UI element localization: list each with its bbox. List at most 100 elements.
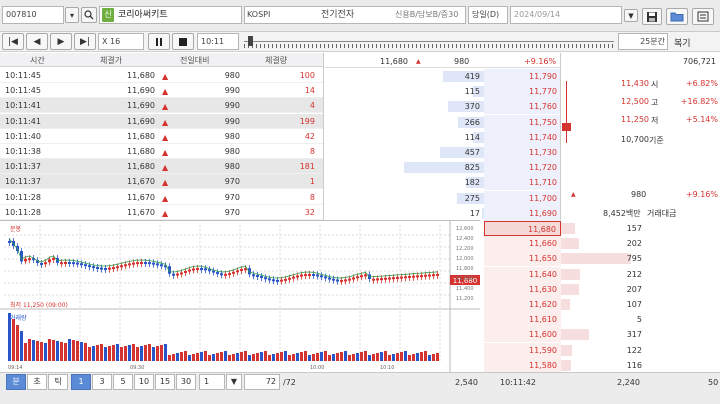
tab-second[interactable]: 초 xyxy=(27,374,47,390)
candle-body xyxy=(80,263,83,266)
count-dropdown-button[interactable]: ▼ xyxy=(226,374,242,390)
ask-qty: 457 xyxy=(464,148,480,157)
ask-row[interactable]: 825 11,720 xyxy=(324,160,561,176)
ask-row[interactable]: 115 11,770 xyxy=(324,84,561,100)
candle-body xyxy=(156,263,159,266)
first-button[interactable]: |◀ xyxy=(2,33,24,50)
candle-body xyxy=(412,275,415,278)
candle-body xyxy=(308,274,311,277)
book-change: 980 xyxy=(454,57,470,66)
tick-time: 10:11:28 xyxy=(5,192,41,202)
volume-bar xyxy=(232,354,235,361)
count-input[interactable]: 1 xyxy=(199,374,225,390)
ask-qty: 419 xyxy=(464,72,480,81)
interval-1[interactable]: 1 xyxy=(71,374,91,390)
volume-bar xyxy=(352,354,355,361)
trade-amount: 8,452백만 xyxy=(603,209,641,218)
interval-3[interactable]: 3 xyxy=(92,374,112,390)
list-icon xyxy=(697,11,709,22)
ask-row[interactable]: 266 11,750 xyxy=(324,114,561,130)
time-tick: 10:10 xyxy=(380,365,394,371)
ask-row[interactable]: 275 11,700 xyxy=(324,190,561,206)
period-field[interactable]: 25분간 xyxy=(618,33,668,50)
page-input[interactable]: 72 xyxy=(244,374,280,390)
volume-bar xyxy=(272,354,275,361)
settings-list-button[interactable] xyxy=(692,8,714,25)
code-dropdown-button[interactable]: ▾ xyxy=(65,7,79,23)
last-button[interactable]: ▶| xyxy=(74,33,96,50)
volume-bar xyxy=(64,343,67,361)
ask-row[interactable]: 370 11,760 xyxy=(324,99,561,115)
candle-body xyxy=(232,271,235,274)
volume-bar xyxy=(12,319,15,361)
candle-body xyxy=(240,269,243,272)
ask-row[interactable]: 182 11,710 xyxy=(324,175,561,191)
candle-body xyxy=(284,278,287,281)
bid-price: 11,680 xyxy=(484,221,561,236)
time-field[interactable]: 10:11 xyxy=(197,33,239,50)
ask-row[interactable]: 457 11,730 xyxy=(324,145,561,160)
interval-10[interactable]: 10 xyxy=(134,374,154,390)
bid-price: 11,590 xyxy=(484,342,561,358)
tab-tick[interactable]: 틱 xyxy=(48,374,68,390)
date-dropdown-button[interactable]: ▼ xyxy=(624,9,638,22)
bid-qty-bar xyxy=(561,344,572,356)
next-button[interactable]: ▶ xyxy=(50,33,72,50)
date-field[interactable]: 2024/09/14 xyxy=(510,6,622,24)
volume-bar xyxy=(412,354,415,361)
tick-volume: 8 xyxy=(309,192,315,202)
minute-chart[interactable]: 11,680 12,600 12,400 12,200 12,000 11,800 11,6… xyxy=(0,220,480,372)
up-arrow-icon: ▲ xyxy=(162,87,169,97)
save-button[interactable] xyxy=(642,8,662,25)
stop-button[interactable] xyxy=(172,33,194,50)
open-folder-button[interactable] xyxy=(666,8,688,25)
stock-name-field[interactable]: 신 코리아써키트 xyxy=(99,6,242,24)
interval-15[interactable]: 15 xyxy=(155,374,175,390)
ask-row[interactable]: 419 11,790 xyxy=(324,69,561,84)
volume-bar xyxy=(304,351,307,361)
time-tick: 09:14 xyxy=(8,365,22,371)
timeline-thumb[interactable] xyxy=(248,36,253,46)
pause-button[interactable] xyxy=(148,33,170,50)
volume-label: 거래량 xyxy=(10,315,27,322)
bid-qty: 795 xyxy=(626,254,642,264)
ask-row[interactable]: 114 11,740 xyxy=(324,129,561,145)
speed-field[interactable]: X 16 xyxy=(98,33,144,50)
tick-time: 10:11:40 xyxy=(5,131,41,141)
candle-body xyxy=(112,267,115,270)
tick-change: 990 xyxy=(224,86,240,96)
volume-bar xyxy=(160,345,163,361)
ask-total: 2,540 xyxy=(455,378,478,387)
interval-5[interactable]: 5 xyxy=(113,374,133,390)
candle-body xyxy=(348,278,351,281)
volume-bar xyxy=(172,354,175,361)
interval-30[interactable]: 30 xyxy=(176,374,196,390)
candle-body xyxy=(404,276,407,279)
mode-field[interactable]: 당일(D) xyxy=(468,6,508,24)
search-button[interactable] xyxy=(81,7,97,23)
ask-row[interactable]: 17 11,690 xyxy=(324,205,561,221)
timeline-slider[interactable] xyxy=(244,35,614,48)
up-arrow-icon: ▲ xyxy=(162,208,169,218)
replay-label: 복기 xyxy=(674,39,691,49)
candle-body xyxy=(216,272,219,275)
tick-price: 11,670 xyxy=(127,177,155,187)
ask-price: 11,750 xyxy=(484,114,561,130)
candle-body xyxy=(280,279,283,282)
stock-info-box: KOSPI 전기전자 신용B/담보B/증30 xyxy=(244,6,466,24)
price-tick: 12,200 xyxy=(456,246,474,252)
candle-body xyxy=(320,275,323,278)
bid-qty: 317 xyxy=(626,330,642,340)
tab-minute[interactable]: 분 xyxy=(6,374,26,390)
tick-row: 10:11:41 11,690 ▲ 990 199 xyxy=(0,113,323,129)
volume-bar xyxy=(200,352,203,361)
pause-icon xyxy=(156,37,162,46)
candle-body xyxy=(312,274,315,277)
folder-icon xyxy=(670,12,684,22)
price-tick: 12,000 xyxy=(456,256,474,262)
prev-button[interactable]: ◀ xyxy=(26,33,48,50)
stock-code-input[interactable]: 007810 xyxy=(2,6,64,24)
candle-body xyxy=(52,258,55,261)
candle-body xyxy=(24,258,27,262)
volume-bar xyxy=(344,351,347,361)
